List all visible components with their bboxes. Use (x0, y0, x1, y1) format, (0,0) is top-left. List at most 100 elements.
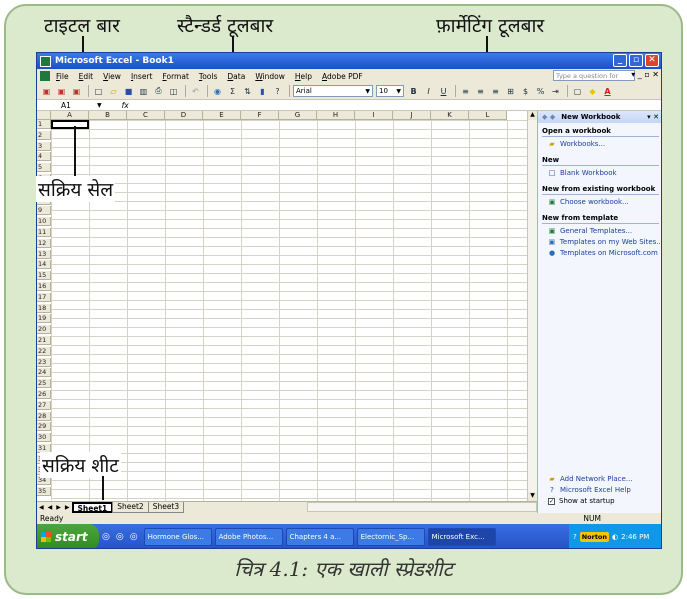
row-header[interactable]: 1 (37, 120, 51, 129)
align-center-icon[interactable]: ≡ (474, 85, 487, 98)
tab-first-icon[interactable]: ◀ (39, 504, 44, 511)
row-header[interactable]: 15 (37, 271, 51, 281)
increase-indent-icon[interactable]: ⇥ (549, 85, 562, 98)
menu-insert[interactable]: Insert (131, 72, 153, 81)
save-icon[interactable]: ■ (122, 85, 135, 98)
chart-wizard-icon[interactable]: ▮ (256, 85, 269, 98)
italic-button[interactable]: I (422, 85, 435, 98)
row-header[interactable]: 18 (37, 303, 51, 313)
link-add-network-place[interactable]: ▰ Add Network Place... (548, 475, 661, 483)
norton-icon[interactable]: Norton (579, 532, 610, 542)
row-header[interactable]: 22 (37, 346, 51, 356)
fx-icon[interactable]: fx (122, 101, 129, 110)
row-header[interactable]: 9 (37, 206, 51, 216)
cell-grid[interactable] (51, 120, 527, 501)
row-header[interactable]: 21 (37, 336, 51, 345)
column-header[interactable]: A (51, 111, 89, 120)
fill-color-icon[interactable]: ◆ (586, 85, 599, 98)
percent-button[interactable]: % (534, 85, 547, 98)
font-name-select[interactable]: Arial ▼ (293, 85, 373, 97)
taskbar-item-active[interactable]: Microsoft Exc... (427, 528, 496, 546)
help-icon[interactable]: ? (271, 85, 284, 98)
open-icon[interactable]: ▱ (107, 85, 120, 98)
quick-launch-icon[interactable]: ◎ (130, 532, 138, 542)
doc-icon[interactable] (40, 71, 50, 81)
row-header[interactable]: 24 (37, 368, 51, 378)
row-header[interactable]: 19 (37, 314, 51, 324)
select-all-corner[interactable] (37, 111, 51, 120)
hyperlink-icon[interactable]: ◉ (211, 85, 224, 98)
clock[interactable]: 2:46 PM (621, 533, 649, 541)
tray-network-icon[interactable]: ◐ (612, 533, 618, 541)
taskbar-item[interactable]: Chapters 4 a... (285, 528, 354, 546)
column-header[interactable]: G (279, 111, 317, 120)
bold-button[interactable]: B (407, 85, 420, 98)
tab-sheet1[interactable]: Sheet1 (71, 502, 114, 513)
tab-sheet2[interactable]: Sheet2 (112, 502, 149, 513)
tab-sheet3[interactable]: Sheet3 (147, 502, 185, 513)
row-header[interactable]: 35 (37, 487, 51, 497)
row-header[interactable]: 12 (37, 238, 51, 248)
undo-icon[interactable]: ↶ (189, 85, 202, 98)
row-header[interactable]: 14 (37, 260, 51, 270)
maximize-button[interactable]: ▫ (629, 54, 643, 67)
taskbar-item[interactable]: Hormone Glos... (143, 528, 212, 546)
menu-window[interactable]: Window (255, 72, 285, 81)
worksheet-grid[interactable]: ABCDEFGHIJKL 123456789101112131415161718… (37, 111, 527, 501)
row-header[interactable]: 11 (37, 228, 51, 237)
menu-help[interactable]: Help (295, 72, 312, 81)
start-button[interactable]: start (37, 524, 99, 548)
align-right-icon[interactable]: ≡ (489, 85, 502, 98)
close-button[interactable]: ✕ (645, 54, 659, 67)
name-box[interactable]: A1 (37, 101, 97, 110)
minimize-button[interactable]: _ (613, 54, 627, 67)
row-header[interactable]: 27 (37, 400, 51, 410)
column-header[interactable]: D (165, 111, 203, 120)
row-header[interactable]: 10 (37, 217, 51, 227)
row-header[interactable]: 4 (37, 152, 51, 162)
active-cell[interactable] (51, 120, 89, 129)
link-microsoft-templates[interactable]: ● Templates on Microsoft.com (548, 249, 661, 257)
pdf-review-icon[interactable]: ▣ (70, 85, 83, 98)
underline-button[interactable]: U (437, 85, 450, 98)
row-header[interactable]: 16 (37, 282, 51, 291)
menu-view[interactable]: View (103, 72, 121, 81)
quick-launch-icon[interactable]: ◎ (102, 532, 110, 542)
new-icon[interactable]: □ (92, 85, 105, 98)
align-left-icon[interactable]: ≡ (459, 85, 472, 98)
column-header[interactable]: I (355, 111, 393, 120)
borders-icon[interactable]: ▢ (571, 85, 584, 98)
taskbar-item[interactable]: Adobe Photos... (214, 528, 283, 546)
link-excel-help[interactable]: ? Microsoft Excel Help (548, 486, 661, 494)
row-header[interactable]: 29 (37, 422, 51, 432)
link-workbooks[interactable]: ▰ Workbooks... (548, 140, 661, 148)
scroll-up-icon[interactable]: ▲ (528, 111, 537, 120)
tab-last-icon[interactable]: ▶ (65, 504, 70, 511)
sort-ascending-icon[interactable]: ⇅ (241, 85, 254, 98)
scroll-down-icon[interactable]: ▼ (528, 492, 537, 501)
print-icon[interactable]: ⎙ (152, 85, 165, 98)
row-header[interactable]: 30 (37, 433, 51, 443)
task-pane-controls[interactable]: ▾ ✕ (647, 111, 659, 123)
column-header[interactable]: F (241, 111, 279, 120)
chevron-down-icon[interactable]: ▼ (97, 102, 102, 109)
menu-data[interactable]: Data (227, 72, 245, 81)
tab-next-icon[interactable]: ▶ (56, 504, 61, 511)
row-header[interactable]: 2 (37, 130, 51, 140)
taskbar-item[interactable]: Electornic_Sp... (356, 528, 425, 546)
row-header[interactable]: 25 (37, 379, 51, 389)
document-controls[interactable]: ▾ _ ▫ ✕ (631, 70, 659, 79)
pdf-mail-icon[interactable]: ▣ (55, 85, 68, 98)
link-web-templates[interactable]: ▣ Templates on my Web Sites... (548, 238, 661, 246)
link-choose-workbook[interactable]: ▣ Choose workbook... (548, 198, 661, 206)
row-header[interactable]: 26 (37, 390, 51, 399)
column-header[interactable]: E (203, 111, 241, 120)
permission-icon[interactable]: ▥ (137, 85, 150, 98)
column-header[interactable]: H (317, 111, 355, 120)
back-forward-icon[interactable]: ◆ ◆ (542, 111, 555, 123)
print-preview-icon[interactable]: ◫ (167, 85, 180, 98)
link-blank-workbook[interactable]: □ Blank Workbook (548, 169, 661, 177)
menu-adobe-pdf[interactable]: Adobe PDF (322, 72, 363, 81)
row-header[interactable]: 13 (37, 249, 51, 259)
show-at-startup-checkbox[interactable]: ✓ Show at startup (548, 497, 661, 505)
